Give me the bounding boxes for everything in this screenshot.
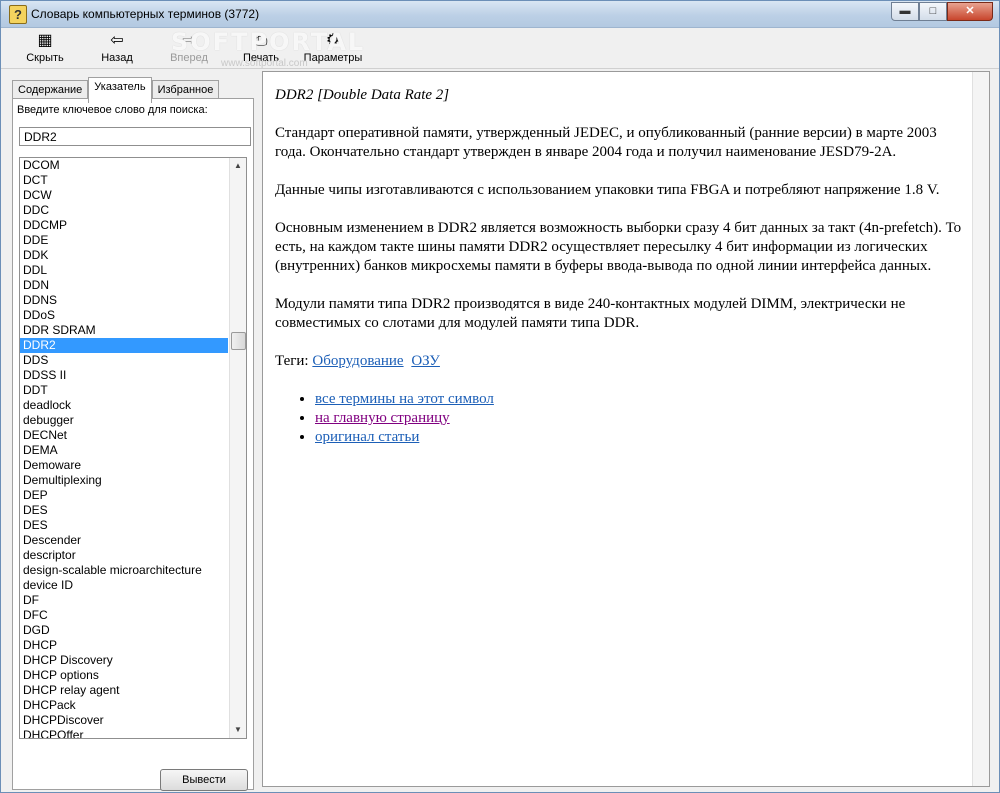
link-home-page[interactable]: на главную страницу [315,410,450,426]
show-button[interactable]: Вывести [160,769,248,791]
article-body: DDR2 [Double Data Rate 2] Стандарт опера… [275,86,965,447]
index-list-item[interactable]: DHCP relay agent [20,683,228,698]
tags-label: Теги: [275,353,309,369]
article-scrollbar[interactable] [972,72,989,786]
tab-index[interactable]: Указатель [88,77,152,103]
minimize-button[interactable]: ▬ [891,2,919,21]
window-title: Словарь компьютерных терминов (3772) [31,7,260,21]
article-pane: DDR2 [Double Data Rate 2] Стандарт опера… [262,71,990,787]
back-button[interactable]: ⇦ Назад [87,30,147,64]
index-list-item[interactable]: DDN [20,278,228,293]
maximize-button[interactable]: □ [919,2,947,21]
scroll-down-icon[interactable]: ▼ [230,722,246,738]
article-paragraph: Модули памяти типа DDR2 производятся в в… [275,296,906,331]
index-list-item[interactable]: DCW [20,188,228,203]
index-list-item[interactable]: DHCP options [20,668,228,683]
related-links: все термины на этот символ на главную ст… [275,390,965,447]
tags-line: Теги: Оборудование ОЗУ [275,352,965,371]
index-list-item[interactable]: DECNet [20,428,228,443]
index-list-item[interactable]: DHCPOffer [20,728,228,738]
index-list-item[interactable]: DHCPDiscover [20,713,228,728]
index-list-item[interactable]: DDoS [20,308,228,323]
index-list-item[interactable]: DEP [20,488,228,503]
link-all-terms[interactable]: все термины на этот символ [315,391,494,407]
index-panel: Введите ключевое слово для поиска: DCOMD… [12,98,254,791]
index-list-item[interactable]: DCT [20,173,228,188]
index-scrollbar[interactable]: ▲ ▼ [229,158,246,738]
index-list-item[interactable]: DEMA [20,443,228,458]
keyword-search-input[interactable] [19,127,251,146]
tag-link-hardware[interactable]: Оборудование [312,353,403,369]
link-original-article[interactable]: оригинал статьи [315,429,419,445]
index-list-item[interactable]: DDL [20,263,228,278]
back-arrow-icon: ⇦ [110,32,124,49]
index-list-item[interactable]: Demoware [20,458,228,473]
index-list-item[interactable]: DDK [20,248,228,263]
hide-button[interactable]: ▦ Скрыть [15,30,75,64]
index-list-item[interactable]: DHCP [20,638,228,653]
tag-link-ram[interactable]: ОЗУ [411,353,440,369]
index-list-item[interactable]: descriptor [20,548,228,563]
index-list-item[interactable]: DDT [20,383,228,398]
scroll-up-icon[interactable]: ▲ [230,158,246,174]
list-item: все термины на этот символ [315,390,965,409]
index-list-item[interactable]: DHCP Discovery [20,653,228,668]
toolbar: ▦ Скрыть ⇦ Назад ⇨ Вперед ⎙ Печать ⚙ Пар… [1,28,999,69]
title-bar[interactable]: ? Словарь компьютерных терминов (3772) ▬… [1,1,999,28]
index-list-item[interactable]: DDCMP [20,218,228,233]
index-list-item[interactable]: DES [20,503,228,518]
index-list-item[interactable]: DCOM [20,158,228,173]
index-list-item[interactable]: DGD [20,623,228,638]
article-heading: DDR2 [Double Data Rate 2] [275,87,450,103]
scroll-thumb[interactable] [231,332,246,350]
article-paragraph: Основным изменением в DDR2 является возм… [275,220,962,274]
index-list-item[interactable]: DDS [20,353,228,368]
list-item: на главную страницу [315,409,965,428]
window-controls: ▬ □ ✕ [891,2,993,21]
search-hint: Введите ключевое слово для поиска: [17,104,208,116]
navigation-pane: Содержание Указатель Избранное Введите к… [7,73,257,791]
index-list-item[interactable]: DFC [20,608,228,623]
index-list[interactable]: DCOM DCT DCW DDC DDCMP DDE DDK DDL DDN DDNS DDoS DD… [19,157,247,739]
index-list-item[interactable]: design-scalable microarchitecture [20,563,228,578]
index-list-item[interactable]: DHCPack [20,698,228,713]
article-paragraph: Данные чипы изготавливаются с использова… [275,182,940,198]
index-list-item[interactable]: DDC [20,203,228,218]
index-list-item[interactable]: DDR SDRAM [20,323,228,338]
index-list-item[interactable]: Demultiplexing [20,473,228,488]
index-list-item[interactable]: DES [20,518,228,533]
index-list-item[interactable]: DDE [20,233,228,248]
index-list-item[interactable]: deadlock [20,398,228,413]
help-book-icon: ? [9,5,27,24]
index-list-item[interactable]: DF [20,593,228,608]
index-list-item[interactable]: device ID [20,578,228,593]
watermark-logo: SOFTPORTAL [171,28,366,56]
index-list-item[interactable]: debugger [20,413,228,428]
help-window: ? Словарь компьютерных терминов (3772) ▬… [0,0,1000,793]
list-item: оригинал статьи [315,428,965,447]
watermark-url: www.softportal.com [221,58,308,69]
index-list-item[interactable]: DDNS [20,293,228,308]
hide-label: Скрыть [26,52,64,64]
back-label: Назад [101,52,133,64]
index-list-item[interactable]: Descender [20,533,228,548]
index-list-item[interactable]: DDR2 [20,338,228,353]
article-paragraph: Стандарт оперативной памяти, утвержденны… [275,125,937,160]
nav-tabs: Содержание Указатель Избранное [12,77,220,103]
index-list-item[interactable]: DDSS II [20,368,228,383]
index-items: DCOM DCT DCW DDC DDCMP DDE DDK DDL DDN DDNS DDoS DD… [20,158,228,738]
hide-pane-icon: ▦ [37,32,53,49]
close-button[interactable]: ✕ [947,2,993,21]
